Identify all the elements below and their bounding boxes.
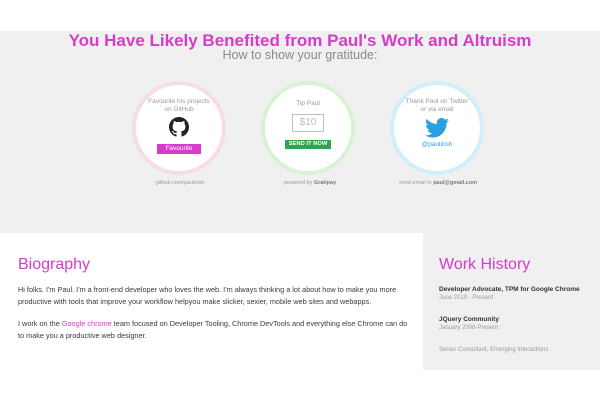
twitter-card-text: Thank Paul on Twitter or via email	[405, 98, 469, 113]
page-subtitle: How to show your gratitude:	[222, 48, 378, 62]
biography-heading: Biography	[18, 256, 91, 273]
job-title: JQuery Community	[439, 316, 499, 323]
send-it-now-button[interactable]: SEND IT NOW	[284, 139, 332, 149]
tip-card: Tip Paul $10 SEND IT NOW	[261, 81, 355, 175]
twitter-bird-icon[interactable]	[425, 118, 449, 138]
job-dates: June 2010 - Present	[439, 295, 494, 301]
tip-card-text: Tip Paul	[296, 100, 320, 107]
job-item: JQuery Community January 2008-Present	[439, 316, 600, 333]
github-card-text: Favourite his projects on GitHub	[148, 98, 210, 113]
bio-p2-pre: I work on the	[18, 319, 62, 328]
github-caption[interactable]: github.com/paulirish	[110, 180, 250, 187]
tip-amount-input[interactable]: $10	[292, 113, 324, 132]
job-item: Developer Advocate, TPM for Google Chrom…	[439, 286, 600, 303]
tip-caption-prefix: powered by	[283, 180, 313, 186]
favourite-button[interactable]: Favourite	[157, 144, 201, 154]
biography-paragraph-1: Hi folks. I'm Paul. I'm a front-end deve…	[18, 285, 397, 306]
twitter-handle-link[interactable]: @paulirish	[394, 141, 480, 149]
top-strip	[0, 0, 600, 31]
twitter-card: Thank Paul on Twitter or via email @paul…	[390, 81, 484, 175]
job-title-partial: Senior Consultant, Emerging Interactions	[439, 347, 549, 353]
gratipay-link[interactable]: Gratipay	[314, 180, 336, 186]
job-title: Developer Advocate, TPM for Google Chrom…	[439, 286, 580, 293]
github-octocat-icon[interactable]	[169, 117, 189, 137]
google-chrome-link[interactable]: Google chrome	[62, 319, 112, 328]
bottom-strip	[0, 370, 600, 400]
tip-caption: powered by Gratipay	[240, 180, 380, 187]
email-caption-prefix: send email to	[398, 180, 432, 186]
email-caption: send email to paul@gmail.com	[368, 180, 508, 187]
github-caption-text[interactable]: github.com/paulirish	[156, 180, 205, 186]
job-dates: January 2008-Present	[439, 325, 499, 331]
job-item: Senior Consultant, Emerging Interactions	[439, 346, 600, 355]
work-history-heading: Work History	[439, 256, 531, 273]
github-card: Favourite his projects on GitHub Favouri…	[132, 81, 226, 175]
gratitude-section: You Have Likely Benefited from Paul's Wo…	[0, 31, 600, 233]
email-link[interactable]: paul@gmail.com	[433, 180, 477, 186]
biography-paragraph-2: I work on the Google chrome team focused…	[18, 318, 413, 342]
